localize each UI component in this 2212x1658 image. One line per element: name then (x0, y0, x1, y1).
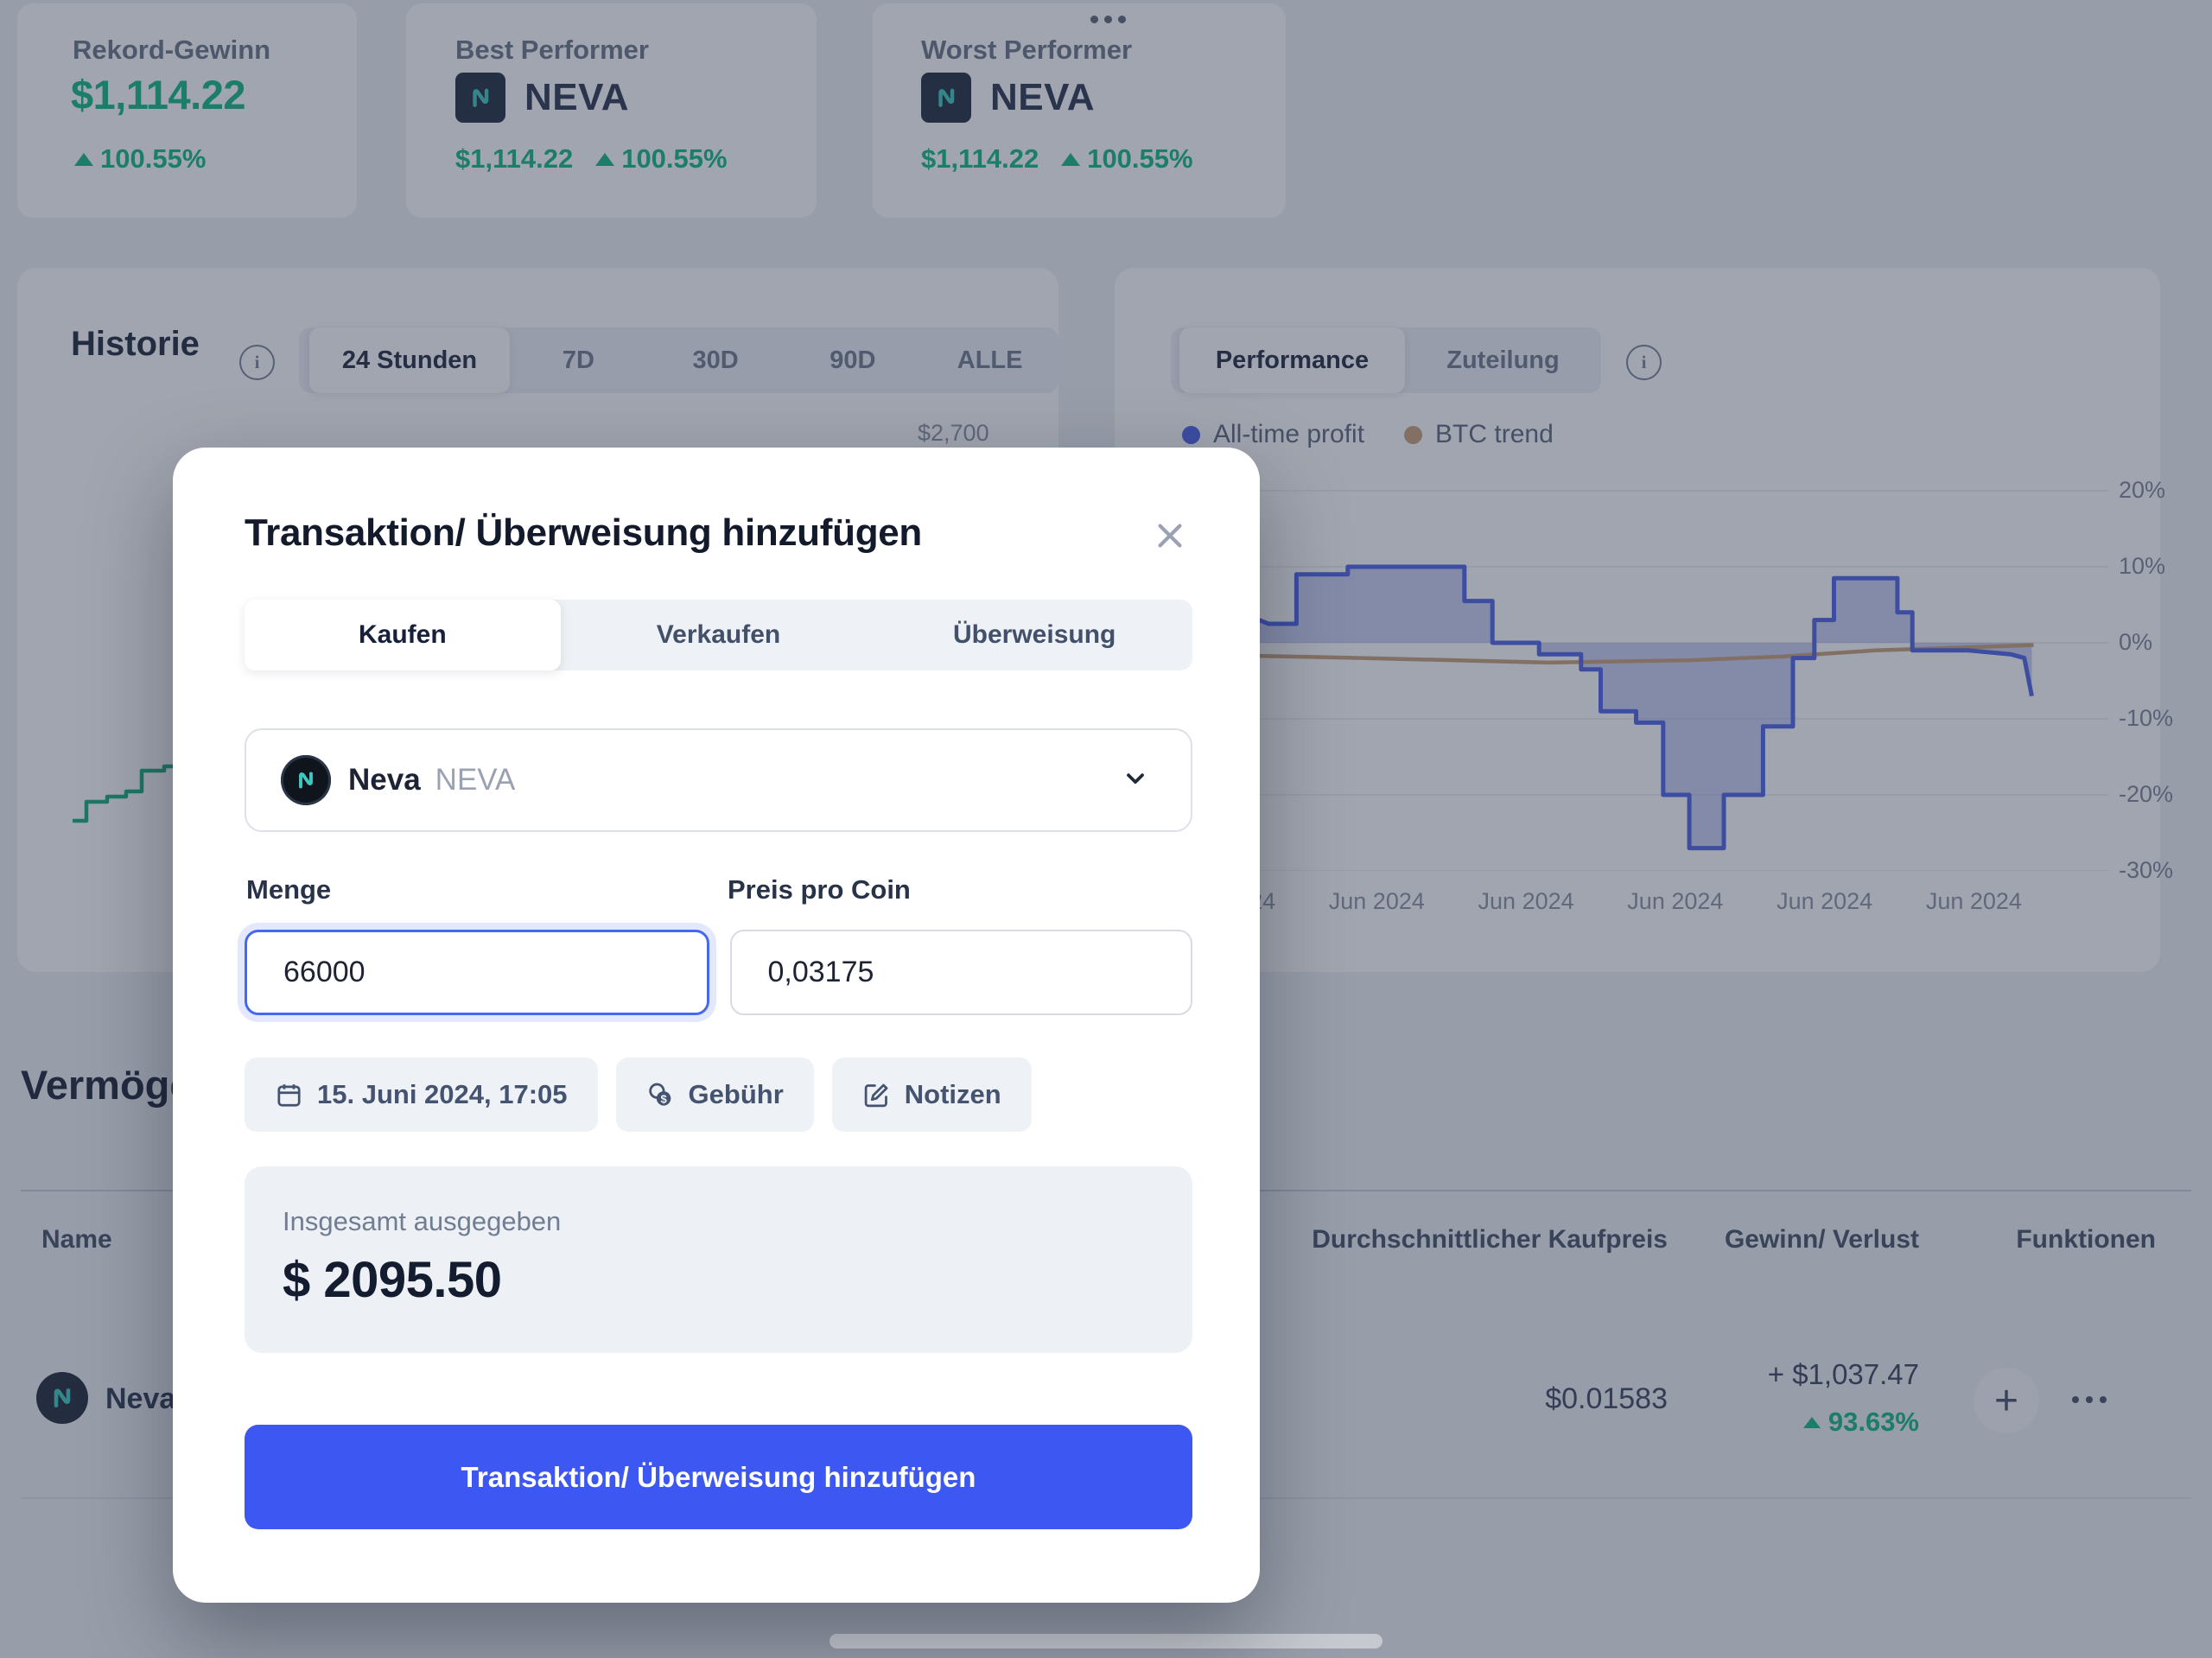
modal-title: Transaktion/ Überweisung hinzufügen (245, 511, 922, 555)
tab-ueberweisung[interactable]: Überweisung (876, 600, 1192, 670)
horizontal-scrollbar[interactable] (830, 1634, 1382, 1648)
fee-coins-icon: $ (646, 1081, 675, 1109)
selected-coin-name: Neva (348, 763, 421, 797)
option-chips: 15. Juni 2024, 17:05 $ Gebühr Notizen (245, 1058, 1032, 1132)
svg-text:$: $ (660, 1092, 667, 1105)
close-icon[interactable] (1151, 517, 1189, 555)
transaction-type-tabs: Kaufen Verkaufen Überweisung (245, 600, 1192, 670)
amount-input[interactable] (245, 930, 709, 1015)
neva-logo-icon (281, 755, 331, 805)
amount-label: Menge (246, 874, 331, 905)
amount-price-row (245, 930, 1192, 1015)
app-screen: Rekord-Gewinn $1,114.22 100.55% Best Per… (0, 0, 2212, 1658)
submit-transaction-button[interactable]: Transaktion/ Überweisung hinzufügen (245, 1425, 1192, 1529)
tab-verkaufen[interactable]: Verkaufen (561, 600, 877, 670)
total-label: Insgesamt ausgegeben (283, 1206, 561, 1237)
coin-select[interactable]: Neva NEVA (245, 728, 1192, 832)
notes-chip[interactable]: Notizen (832, 1058, 1032, 1132)
calendar-icon (275, 1081, 303, 1109)
total-spent-box: Insgesamt ausgegeben $ 2095.50 (245, 1166, 1192, 1353)
price-label: Preis pro Coin (728, 874, 911, 905)
edit-note-icon (862, 1081, 891, 1109)
selected-coin-symbol: NEVA (435, 763, 516, 797)
add-transaction-modal: Transaktion/ Überweisung hinzufügen Kauf… (173, 448, 1260, 1603)
date-chip[interactable]: 15. Juni 2024, 17:05 (245, 1058, 598, 1132)
tab-kaufen[interactable]: Kaufen (245, 600, 561, 670)
total-value: $ 2095.50 (283, 1251, 502, 1309)
fee-chip[interactable]: $ Gebühr (616, 1058, 814, 1132)
chevron-down-icon (1122, 765, 1149, 797)
price-input[interactable] (730, 930, 1193, 1015)
